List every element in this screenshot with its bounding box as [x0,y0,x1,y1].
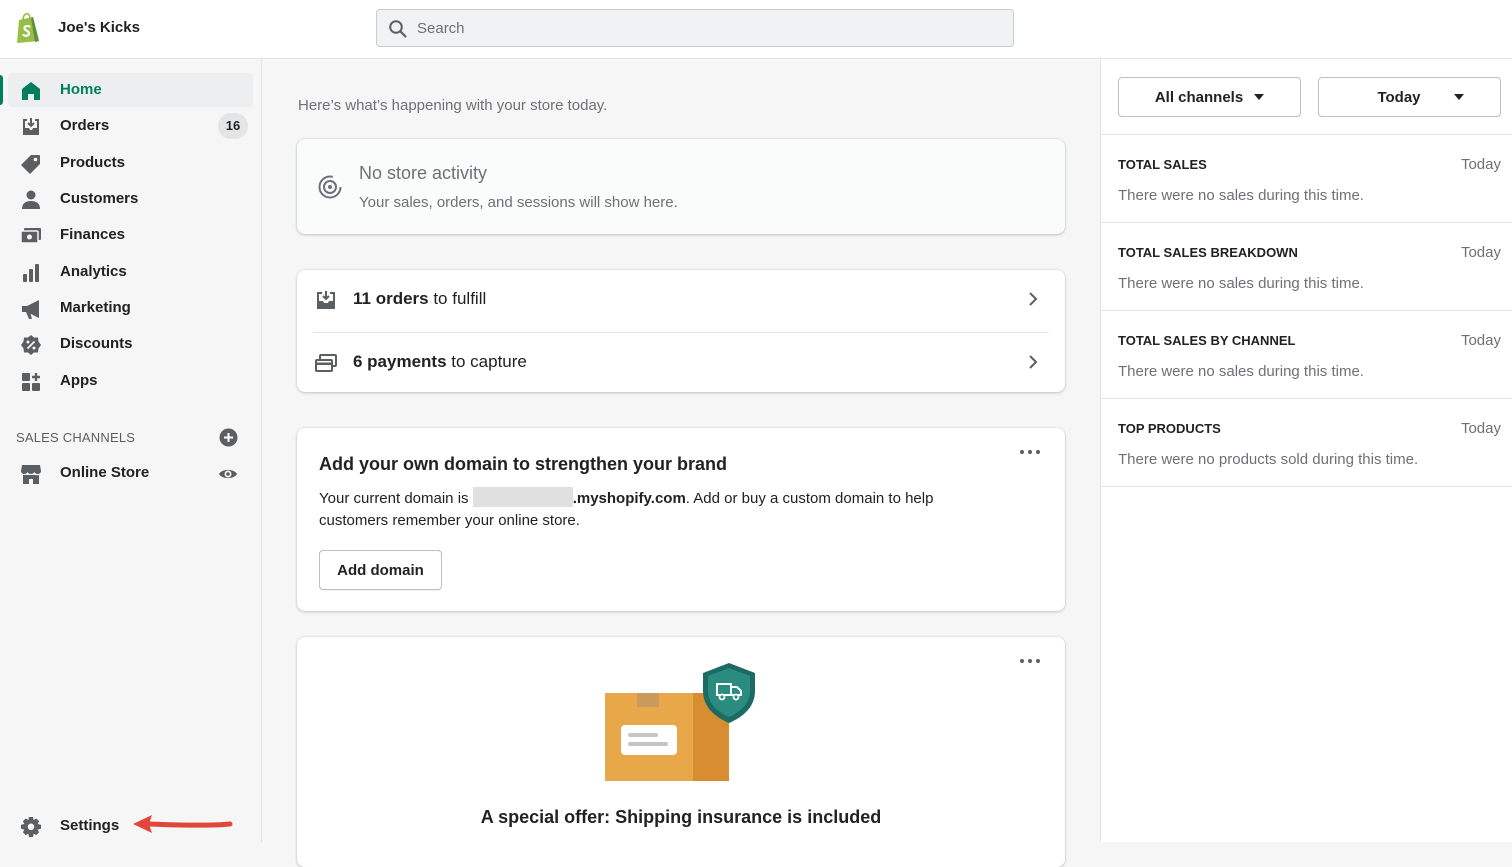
period-dropdown[interactable]: Today [1318,77,1501,117]
sidebar-item-apps[interactable]: Apps [8,364,253,398]
report-total-sales-by-channel[interactable]: TOTAL SALES BY CHANNEL Today There were … [1101,311,1512,399]
report-body: There were no sales during this time. [1118,363,1364,380]
sidebar-item-online-store[interactable]: Online Store [8,456,253,490]
reports-panel: All channels Today TOTAL SALES Today The… [1100,59,1512,842]
sidebar-item-discounts[interactable]: Discounts [8,327,253,361]
main-content: Here’s what’s happening with your store … [262,59,1100,867]
activity-subtitle: Your sales, orders, and sessions will sh… [359,194,678,211]
sidebar-item-label: Settings [60,817,120,834]
sidebar-item-label: Discounts [60,335,133,352]
orders-count-badge: 16 [218,113,248,139]
annotation-arrow-icon [133,815,233,833]
shipping-offer-card: A special offer: Shipping insurance is i… [297,637,1065,867]
orders-to-fulfill-text: 11 orders to fulfill [353,289,486,309]
report-total-sales-breakdown[interactable]: TOTAL SALES BREAKDOWN Today There were n… [1101,223,1512,311]
report-period: Today [1460,244,1501,261]
sidebar-item-analytics[interactable]: Analytics [8,255,253,289]
sidebar: Home Orders 16 Products Customers Financ… [0,59,262,842]
megaphone-icon [22,300,39,319]
more-options-icon[interactable] [1019,448,1041,456]
chevron-right-icon [1029,355,1038,369]
sidebar-item-label: Online Store [60,464,150,481]
activity-title: No store activity [359,163,488,183]
domain-card-body: Your current domain is .myshopify.com. A… [319,487,979,532]
more-options-icon[interactable] [1019,657,1041,665]
report-body: There were no sales during this time. [1118,275,1364,292]
tasks-card: 11 orders to fulfill 6 payments to captu… [297,270,1065,392]
top-bar: Joe's Kicks [0,0,1512,59]
report-body: There were no products sold during this … [1118,451,1419,468]
tag-icon [21,155,40,174]
sales-channels-heading: SALES CHANNELS [16,430,136,445]
sidebar-item-label: Apps [60,372,98,389]
domain-card: Add your own domain to strengthen your b… [297,428,1065,611]
person-icon [22,190,40,209]
sidebar-item-products[interactable]: Products [8,146,253,180]
sidebar-item-label: Customers [60,190,139,207]
orders-text: to fulfill [428,289,487,308]
sidebar-item-label: Analytics [60,263,127,280]
sidebar-item-customers[interactable]: Customers [8,182,253,216]
sidebar-item-label: Marketing [60,299,131,316]
payments-count: 6 payments [353,352,447,371]
report-body: There were no sales during this time. [1118,187,1364,204]
home-icon [22,82,40,100]
channels-dropdown[interactable]: All channels [1118,77,1301,117]
report-period: Today [1460,332,1501,349]
gear-icon [21,817,41,837]
activity-radar-icon [318,175,342,199]
discount-icon [21,335,41,355]
shipping-box-shield-illustration [605,663,755,781]
search-bar[interactable] [376,9,1014,47]
shopify-logo-icon[interactable] [14,12,42,44]
orders-icon [23,118,39,135]
search-input[interactable] [417,10,997,46]
add-domain-button[interactable]: Add domain [319,550,442,590]
activity-card: No store activity Your sales, orders, an… [297,139,1065,234]
orders-icon [317,291,335,309]
payments-to-capture-row[interactable]: 6 payments to capture [313,333,1049,393]
caret-down-icon [1254,94,1264,100]
report-period: Today [1460,156,1501,173]
store-name[interactable]: Joe's Kicks [58,19,140,36]
report-title: TOTAL SALES [1118,157,1207,172]
store-icon [21,465,41,484]
payments-to-capture-text: 6 payments to capture [353,352,527,372]
page-subtitle: Here’s what’s happening with your store … [298,97,608,114]
sidebar-item-finances[interactable]: Finances [8,218,253,252]
offer-title: A special offer: Shipping insurance is i… [480,807,882,827]
payments-icon [315,354,337,372]
redacted-store-handle [472,487,573,507]
sidebar-item-label: Home [60,81,102,98]
sidebar-item-label: Finances [60,226,126,243]
payments-text: to capture [446,352,527,371]
finances-icon [20,228,41,244]
bar-chart-icon [23,264,39,282]
current-domain-suffix: .myshopify.com [572,490,686,507]
report-top-products[interactable]: TOP PRODUCTS Today There were no product… [1101,399,1512,487]
caret-down-icon [1454,94,1464,100]
orders-count: 11 orders [353,289,429,308]
sidebar-item-marketing[interactable]: Marketing [8,291,253,325]
add-circle-icon[interactable] [219,428,238,447]
sidebar-item-orders[interactable]: Orders 16 [8,109,253,143]
chevron-right-icon [1029,292,1038,306]
report-title: TOTAL SALES BREAKDOWN [1118,245,1298,260]
report-title: TOP PRODUCTS [1118,421,1221,436]
report-period: Today [1460,420,1501,437]
domain-card-title: Add your own domain to strengthen your b… [319,454,727,474]
report-total-sales[interactable]: TOTAL SALES Today There were no sales du… [1101,135,1512,223]
domain-prefix-text: Your current domain is [319,490,473,507]
sidebar-item-label: Orders [60,117,110,134]
search-icon [389,20,407,38]
sidebar-item-home[interactable]: Home [0,73,253,107]
eye-icon[interactable] [218,464,238,484]
report-title: TOTAL SALES BY CHANNEL [1118,333,1296,348]
apps-icon [22,373,40,391]
sidebar-item-label: Products [60,154,126,171]
orders-to-fulfill-row[interactable]: 11 orders to fulfill [313,270,1049,330]
